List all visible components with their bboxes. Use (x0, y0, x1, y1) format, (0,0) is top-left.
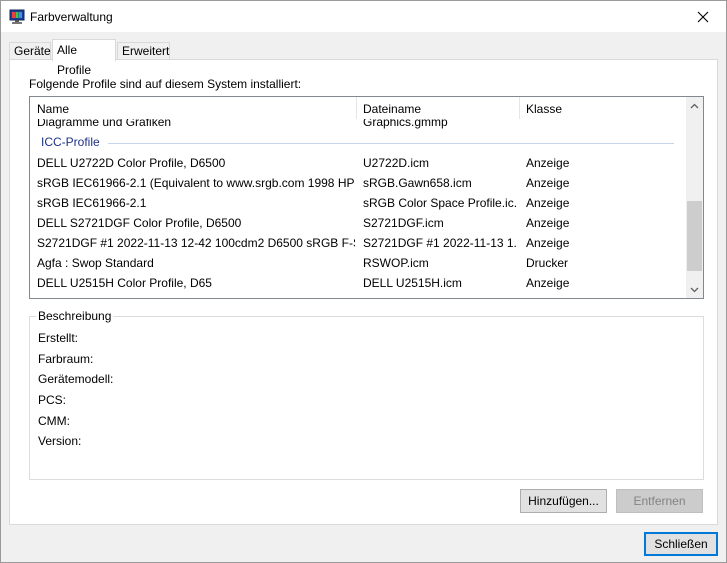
profile-filename: S2721DGF.icm (363, 216, 444, 230)
profile-filename: Graphics.gmmp (363, 119, 448, 129)
profile-class: Anzeige (526, 176, 570, 190)
add-profile-button[interactable]: Hinzufügen... (520, 489, 607, 513)
color-management-window: Farbverwaltung Geräte Alle Profile Erwei… (0, 0, 727, 563)
profile-name: sRGB IEC61966-2.1 (Equivalent to www.srg… (37, 176, 355, 190)
profile-filename: sRGB.Gawn658.icm (363, 176, 472, 190)
tab-advanced[interactable]: Erweitert (117, 42, 170, 60)
scroll-down-arrow-icon (690, 287, 699, 292)
list-body: Diagramme und Grafiken Graphics.gmmp ICC… (30, 119, 686, 298)
list-item[interactable]: DELL U2722D Color Profile, D6500 U2722D.… (30, 154, 686, 174)
tab-devices-label: Geräte (14, 44, 51, 58)
profile-class: Anzeige (526, 216, 570, 230)
profile-class: Drucker (526, 256, 569, 270)
list-item[interactable]: Agfa : Swop Standard RSWOP.icm Drucker (30, 254, 686, 274)
profile-class: Anzeige (526, 196, 570, 210)
field-cmm: CMM: (38, 414, 70, 428)
group-divider (108, 143, 674, 144)
list-item[interactable]: sRGB IEC61966-2.1 (Equivalent to www.srg… (30, 174, 686, 194)
profile-name: Diagramme und Grafiken (37, 119, 172, 129)
group-header-icc-profiles[interactable]: ICC-Profile (30, 133, 686, 153)
column-divider[interactable] (519, 97, 520, 119)
list-item[interactable]: DELL S2721DGF Color Profile, D6500 S2721… (30, 214, 686, 234)
field-created: Erstellt: (38, 331, 79, 345)
column-divider[interactable] (356, 97, 357, 119)
title-bar: Farbverwaltung (1, 1, 726, 32)
profile-name: Agfa : Swop Standard (37, 256, 154, 270)
vertical-scrollbar[interactable] (686, 97, 703, 298)
profile-filename: S2721DGF #1 2022-11-13 1... (363, 236, 518, 250)
column-header-filename[interactable]: Dateiname (363, 102, 421, 116)
close-icon (697, 11, 709, 22)
profile-name: S2721DGF #1 2022-11-13 12-42 100cdm2 D65… (37, 236, 355, 250)
list-item[interactable]: DELL U2515H Color Profile, D65 DELL U251… (30, 274, 686, 294)
profile-filename: RSWOP.icm (363, 256, 429, 270)
profile-name: DELL U2515H Color Profile, D65 (37, 276, 212, 290)
field-color-space: Farbraum: (38, 352, 94, 366)
list-header: Name Dateiname Klasse (30, 97, 686, 119)
description-groupbox: Beschreibung Erstellt: Farbraum: Gerätem… (29, 309, 704, 480)
profile-name: sRGB IEC61966-2.1 (37, 196, 147, 210)
remove-profile-button[interactable]: Entfernen (616, 489, 703, 513)
window-title: Farbverwaltung (30, 10, 113, 24)
profile-filename: U2722D.icm (363, 156, 430, 170)
tab-all-profiles-label: Alle Profile (57, 43, 92, 77)
close-window-button[interactable] (680, 1, 726, 32)
group-label: ICC-Profile (41, 135, 100, 149)
field-pcs: PCS: (38, 393, 67, 407)
list-item[interactable]: S2721DGF #1 2022-11-13 12-42 100cdm2 D65… (30, 234, 686, 254)
profile-name: DELL S2721DGF Color Profile, D6500 (37, 216, 242, 230)
column-header-name[interactable]: Name (37, 102, 69, 116)
field-device-model: Gerätemodell: (38, 372, 114, 386)
profile-name: DELL U2722D Color Profile, D6500 (37, 156, 226, 170)
profile-filename: sRGB Color Space Profile.ic... (363, 196, 518, 210)
description-title: Beschreibung (36, 309, 114, 323)
scroll-down-button[interactable] (686, 281, 703, 298)
profile-class: Anzeige (526, 276, 570, 290)
tab-advanced-label: Erweitert (122, 44, 170, 58)
scroll-up-button[interactable] (686, 97, 703, 114)
scroll-up-arrow-icon (690, 103, 699, 108)
all-profiles-panel: Folgende Profile sind auf diesem System … (9, 59, 718, 525)
color-management-monitor-icon (9, 9, 25, 24)
profiles-list[interactable]: Name Dateiname Klasse Diagramme und Graf… (29, 96, 704, 299)
scrollbar-thumb[interactable] (687, 201, 702, 271)
profile-filename: DELL U2515H.icm (363, 276, 462, 290)
field-version: Version: (38, 434, 82, 448)
profile-class: Anzeige (526, 236, 570, 250)
tab-devices[interactable]: Geräte (9, 42, 51, 60)
tab-all-profiles[interactable]: Alle Profile (52, 39, 116, 77)
profile-class: Anzeige (526, 156, 570, 170)
list-item[interactable]: sRGB IEC61966-2.1 sRGB Color Space Profi… (30, 194, 686, 214)
list-item[interactable]: Diagramme und Grafiken Graphics.gmmp (30, 119, 686, 133)
column-header-class[interactable]: Klasse (526, 102, 562, 116)
close-button[interactable]: Schließen (644, 532, 718, 556)
